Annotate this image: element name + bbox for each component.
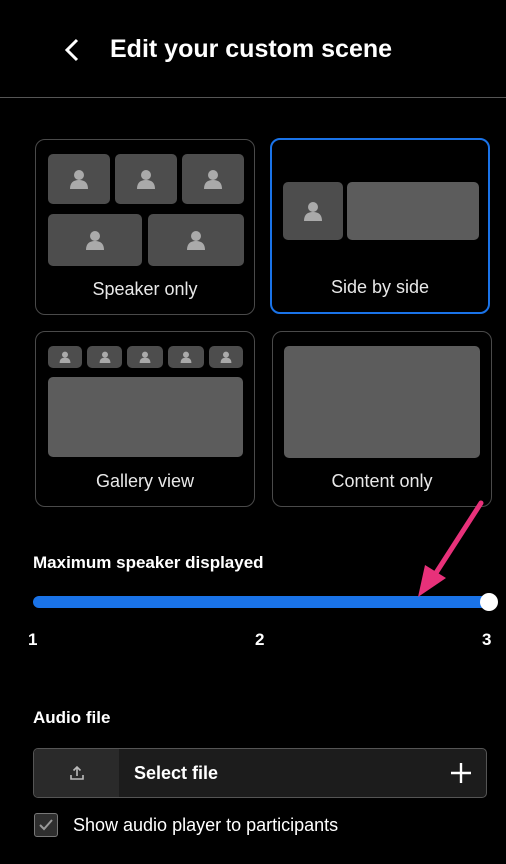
slider-tick-label: 1 bbox=[28, 630, 38, 649]
person-icon bbox=[137, 170, 155, 189]
layout-card-speaker-only[interactable]: Speaker only bbox=[35, 139, 255, 315]
plus-icon[interactable] bbox=[450, 762, 472, 784]
participant-tile bbox=[127, 346, 163, 368]
layout-label: Gallery view bbox=[95, 471, 195, 491]
layout-card-gallery-view[interactable]: Gallery view bbox=[35, 331, 255, 507]
person-icon bbox=[187, 231, 205, 250]
person-icon bbox=[59, 351, 71, 363]
participant-tile bbox=[48, 214, 142, 266]
header: Edit your custom scene bbox=[0, 0, 506, 98]
speaker-count-slider-thumb[interactable] bbox=[480, 593, 498, 611]
slider-tick-label: 3 bbox=[482, 630, 492, 649]
content-tile bbox=[347, 182, 479, 240]
slider-label: Maximum speaker displayed bbox=[33, 553, 264, 572]
person-icon bbox=[220, 351, 232, 363]
participant-tile bbox=[209, 346, 243, 368]
audio-file-label: Audio file bbox=[33, 708, 111, 727]
person-icon bbox=[70, 170, 88, 189]
person-icon bbox=[139, 351, 151, 363]
select-file-label: Select file bbox=[134, 763, 219, 783]
participant-tile bbox=[182, 154, 244, 204]
content-tile bbox=[284, 346, 480, 458]
participant-tile bbox=[48, 346, 82, 368]
participant-tile bbox=[148, 214, 244, 266]
participant-tile bbox=[283, 182, 343, 240]
person-icon bbox=[304, 202, 322, 221]
checkbox-label: Show audio player to participants bbox=[73, 815, 339, 835]
participant-tile bbox=[87, 346, 122, 368]
chevron-left-icon[interactable] bbox=[62, 37, 82, 63]
participant-tile bbox=[48, 154, 110, 204]
layout-label: Speaker only bbox=[92, 279, 198, 299]
person-icon bbox=[180, 351, 192, 363]
checkmark-icon bbox=[39, 819, 53, 831]
layout-card-content-only[interactable]: Content only bbox=[272, 331, 492, 507]
upload-icon bbox=[69, 765, 84, 780]
slider-tick-label: 2 bbox=[255, 630, 265, 649]
speaker-count-slider-track[interactable] bbox=[33, 596, 489, 608]
content-tile bbox=[48, 377, 243, 457]
select-file-button[interactable]: Select file bbox=[33, 748, 487, 798]
person-icon bbox=[204, 170, 222, 189]
layout-card-side-by-side[interactable]: Side by side bbox=[270, 138, 490, 314]
person-icon bbox=[86, 231, 104, 250]
show-audio-player-checkbox[interactable] bbox=[34, 813, 58, 837]
participant-tile bbox=[115, 154, 177, 204]
upload-box[interactable] bbox=[34, 749, 119, 797]
layout-label: Content only bbox=[331, 471, 433, 491]
page-title: Edit your custom scene bbox=[110, 35, 393, 63]
person-icon bbox=[99, 351, 110, 363]
participant-tile bbox=[168, 346, 204, 368]
layout-label: Side by side bbox=[330, 277, 430, 297]
